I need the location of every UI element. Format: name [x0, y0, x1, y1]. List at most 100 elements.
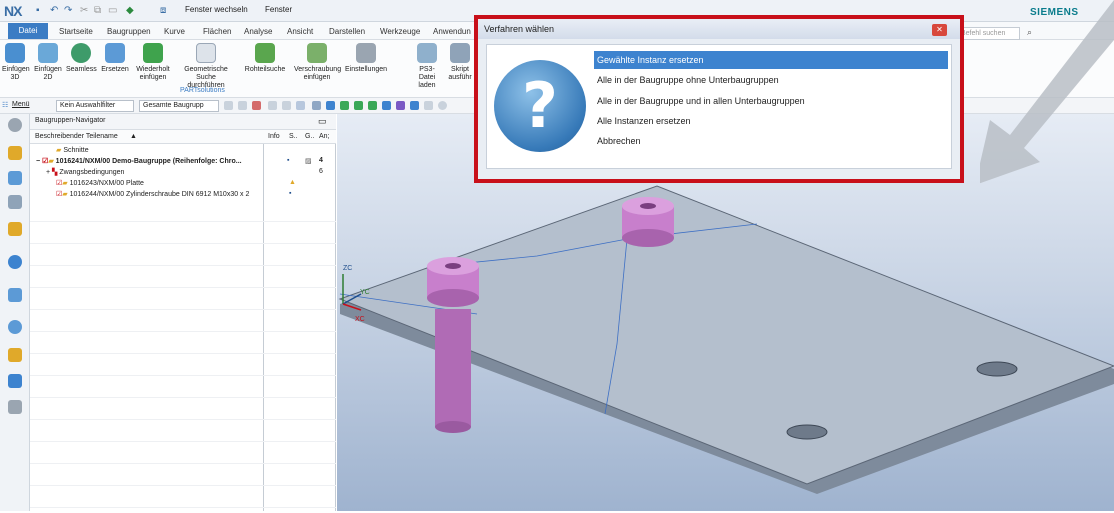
scope-select[interactable]: Gesamte Baugrupp	[139, 100, 219, 112]
replace-button[interactable]: Ersetzen	[100, 43, 130, 74]
axis-label-yc: YC	[360, 289, 370, 296]
option-all-without-subassemblies[interactable]: Alle in der Baugruppe ohne Unterbaugrupp…	[594, 71, 948, 89]
snap-icon-4[interactable]	[282, 101, 291, 110]
lock-icon: ▲	[289, 179, 296, 186]
tab-kurve[interactable]: Kurve	[164, 27, 185, 36]
constraint-navigator-icon[interactable]	[8, 171, 22, 185]
insert-screw-button[interactable]: Verschraubung einfügen	[294, 43, 341, 82]
raw-part-search-label: Rohteilsuche	[244, 66, 286, 73]
tab-startseite[interactable]: Startseite	[59, 27, 93, 36]
load-ps3-button[interactable]: PS3-Datei laden	[412, 43, 442, 90]
maximize-icon[interactable]: ▭	[318, 116, 327, 127]
body-icon[interactable]	[326, 101, 335, 110]
axis-label-xc: XC	[355, 316, 365, 323]
column-g[interactable]: G..	[305, 133, 314, 140]
web-browser-icon[interactable]	[8, 255, 22, 269]
cut-icon[interactable]: ✂	[80, 5, 88, 16]
tab-baugruppen[interactable]: Baugruppen	[107, 27, 151, 36]
part-icon: ▰	[62, 180, 68, 187]
column-count[interactable]: An;	[319, 133, 330, 140]
menu-icon[interactable]: ☷	[2, 101, 8, 109]
list-item[interactable]: ☑▰ 1016243/NXM/00 Platte	[56, 178, 144, 189]
column-name[interactable]: Beschreibender Teilename	[35, 133, 118, 140]
insert-2d-button[interactable]: Einfügen 2D	[34, 43, 62, 82]
empty-row	[30, 277, 336, 288]
settings-button[interactable]: Einstellungen	[343, 43, 389, 74]
menu-button[interactable]: Menü	[12, 101, 30, 108]
list-item[interactable]: ☑▰ 1016244/NXM/00 Zylinderschraube DIN 6…	[56, 189, 249, 200]
snap-icon-3[interactable]	[268, 101, 277, 110]
undo-icon[interactable]: ↶	[50, 5, 58, 16]
tab-anwendung[interactable]: Anwendun	[433, 27, 471, 36]
palette-icon[interactable]	[8, 348, 22, 362]
load-ps3-label: PS3-Datei laden	[418, 66, 436, 89]
row-name: 1016243/NXM/00 Platte	[69, 180, 144, 187]
role-icon[interactable]	[8, 374, 22, 388]
column-s[interactable]: S..	[289, 133, 298, 140]
part-navigator-icon[interactable]	[8, 195, 22, 209]
window-menu-button[interactable]: Fenster	[265, 5, 292, 14]
row-name: 1016241/NXM/00 Demo-Baugruppe (Reihenfol…	[55, 158, 242, 165]
seamless-icon	[71, 43, 91, 63]
tab-ansicht[interactable]: Ansicht	[287, 27, 313, 36]
close-icon[interactable]: ✕	[932, 24, 947, 36]
raw-part-search-button[interactable]: Rohteilsuche	[240, 43, 290, 74]
snap-icon[interactable]	[224, 101, 233, 110]
clock-icon[interactable]	[8, 320, 22, 334]
rectangle-icon[interactable]	[296, 101, 305, 110]
row-count: 6	[319, 168, 323, 175]
list-item[interactable]: ▰ Schnitte	[56, 145, 89, 156]
option-replace-selected[interactable]: Gewählte Instanz ersetzen	[594, 51, 948, 69]
sphere-icon[interactable]	[312, 101, 321, 110]
point-icon[interactable]	[340, 101, 349, 110]
save-state-icon: ▪	[287, 157, 290, 164]
option-cancel[interactable]: Abbrechen	[594, 132, 948, 150]
circle-icon[interactable]	[438, 101, 447, 110]
option-replace-all-instances[interactable]: Alle Instanzen ersetzen	[594, 112, 948, 130]
reuse-library-icon[interactable]	[8, 222, 22, 236]
arc-icon[interactable]	[382, 101, 391, 110]
wave-icon[interactable]	[410, 101, 419, 110]
copy-icon[interactable]: ⧉	[94, 5, 101, 16]
list-item[interactable]: − ☑▰ 1016241/NXM/00 Demo-Baugruppe (Reih…	[36, 156, 242, 167]
window-switch-icon[interactable]: ⧈	[160, 5, 166, 16]
insert-2d-label: Einfügen 2D	[34, 66, 62, 81]
option-all-with-subassemblies[interactable]: Alle in der Baugruppe und in allen Unter…	[594, 92, 948, 110]
ribbon-group-label: PARTsolutions	[180, 87, 225, 94]
curve-icon[interactable]	[368, 101, 377, 110]
cross-icon[interactable]	[424, 101, 433, 110]
tab-analyse[interactable]: Analyse	[244, 27, 272, 36]
settings-icon[interactable]	[8, 118, 22, 132]
empty-row	[30, 475, 336, 486]
file-tab[interactable]: Datei	[8, 23, 48, 39]
empty-row	[30, 453, 336, 464]
selection-filter-select[interactable]: Kein Auswahlfilter	[56, 100, 134, 112]
select-box-icon[interactable]	[252, 101, 261, 110]
insert-3d-button[interactable]: Einfügen 3D	[2, 43, 30, 82]
line-icon[interactable]	[354, 101, 363, 110]
tab-flaechen[interactable]: Flächen	[203, 27, 231, 36]
tab-darstellen[interactable]: Darstellen	[329, 27, 365, 36]
seamless-button[interactable]: Seamless	[66, 43, 97, 74]
redo-icon[interactable]: ↷	[64, 5, 72, 16]
empty-row	[30, 431, 336, 442]
repeat-insert-icon	[143, 43, 163, 63]
empty-row	[30, 409, 336, 420]
geometric-search-button[interactable]: Geometrische Suche durchführen	[178, 43, 234, 90]
system-icon[interactable]	[8, 400, 22, 414]
save-icon[interactable]: ▪	[36, 5, 40, 16]
snap-icon-2[interactable]	[238, 101, 247, 110]
assembly-navigator-icon[interactable]	[8, 146, 22, 160]
tab-werkzeuge[interactable]: Werkzeuge	[380, 27, 420, 36]
command-icon[interactable]: ◆	[126, 5, 134, 16]
window-switch-button[interactable]: Fenster wechseln	[185, 5, 248, 14]
ps3-file-icon	[417, 43, 437, 63]
question-icon: ?	[494, 60, 586, 152]
column-info[interactable]: Info	[268, 133, 280, 140]
history-icon[interactable]	[8, 288, 22, 302]
spline-icon[interactable]	[396, 101, 405, 110]
run-script-button[interactable]: Skript ausführ	[446, 43, 474, 82]
list-item[interactable]: + ▚ Zwangsbedingungen	[46, 167, 124, 178]
repeat-insert-button[interactable]: Wiederholt einfügen	[133, 43, 173, 82]
paste-icon[interactable]: ▭	[108, 5, 117, 16]
